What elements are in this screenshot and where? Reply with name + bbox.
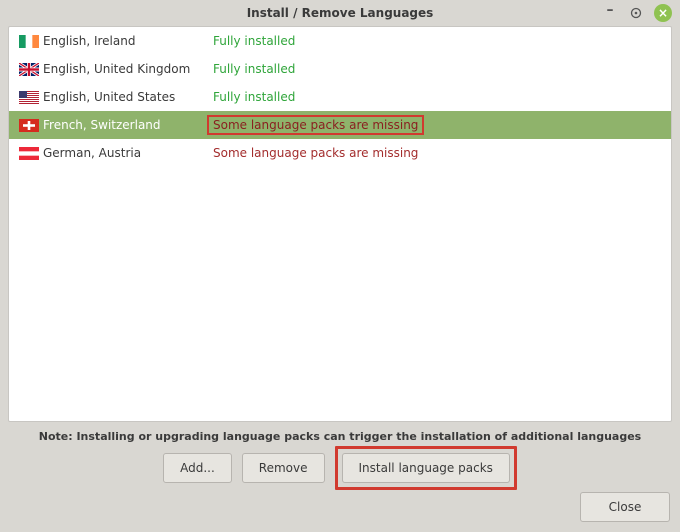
language-name: English, United States — [43, 90, 213, 104]
language-status: Some language packs are missing — [213, 146, 418, 160]
language-name: German, Austria — [43, 146, 213, 160]
language-row[interactable]: German, AustriaSome language packs are m… — [9, 139, 671, 167]
language-status: Fully installed — [213, 62, 295, 76]
maximize-button[interactable] — [628, 5, 644, 21]
language-row[interactable]: English, IrelandFully installed — [9, 27, 671, 55]
window-controls: – × — [602, 4, 672, 22]
close-window-button[interactable]: × — [654, 4, 672, 22]
uk-flag-icon — [19, 63, 43, 76]
install-button-highlight: Install language packs — [335, 446, 517, 490]
close-button[interactable]: Close — [580, 492, 670, 522]
close-button-area: Close — [580, 492, 670, 522]
language-status: Some language packs are missing — [213, 118, 418, 132]
window-title: Install / Remove Languages — [247, 6, 434, 20]
language-row[interactable]: English, United KingdomFully installed — [9, 55, 671, 83]
language-name: English, United Kingdom — [43, 62, 213, 76]
minimize-button[interactable]: – — [602, 5, 618, 21]
note-text: Note: Installing or upgrading language p… — [0, 430, 680, 443]
usa-flag-icon — [19, 91, 43, 104]
install-language-packs-button[interactable]: Install language packs — [342, 453, 510, 483]
language-row[interactable]: English, United StatesFully installed — [9, 83, 671, 111]
language-name: French, Switzerland — [43, 118, 213, 132]
add-button[interactable]: Add... — [163, 453, 232, 483]
action-button-row: Add... Remove Install language packs — [0, 448, 680, 488]
language-list[interactable]: English, IrelandFully installed English,… — [8, 26, 672, 422]
ireland-flag-icon — [19, 35, 43, 48]
language-status: Fully installed — [213, 34, 295, 48]
maximize-icon — [630, 7, 642, 19]
switzerland-flag-icon — [19, 119, 43, 132]
close-icon: × — [658, 4, 668, 22]
status-highlight: Some language packs are missing — [207, 115, 424, 135]
titlebar: Install / Remove Languages – × — [0, 0, 680, 26]
language-row[interactable]: French, SwitzerlandSome language packs a… — [9, 111, 671, 139]
austria-flag-icon — [19, 147, 43, 160]
language-status: Fully installed — [213, 90, 295, 104]
language-name: English, Ireland — [43, 34, 213, 48]
remove-button[interactable]: Remove — [242, 453, 325, 483]
